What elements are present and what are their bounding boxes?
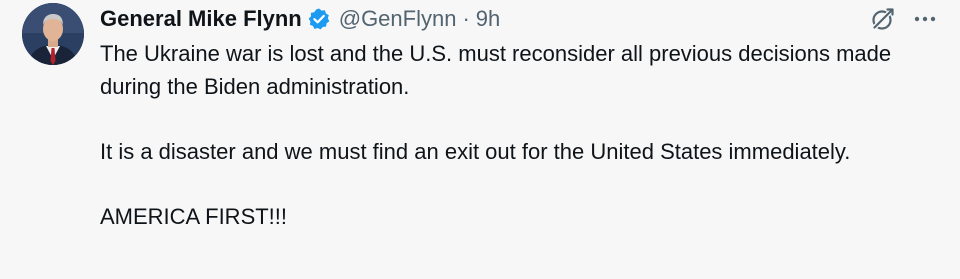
header-separator: ·	[462, 6, 470, 31]
author-handle[interactable]: @GenFlynn	[339, 6, 457, 32]
post-timestamp[interactable]: 9h	[476, 6, 500, 32]
grok-icon[interactable]	[870, 6, 896, 32]
tweet-paragraph: AMERICA FIRST!!!	[100, 203, 288, 229]
verified-badge-icon[interactable]	[307, 7, 331, 31]
more-options-icon[interactable]	[912, 6, 938, 32]
tweet-header: General Mike Flynn @GenFlynn · 9h	[100, 4, 500, 34]
avatar-image	[22, 3, 84, 65]
tweet-actions	[870, 6, 938, 32]
author-name[interactable]: General Mike Flynn	[100, 6, 302, 32]
tweet-paragraph: It is a disaster and we must find an exi…	[100, 138, 851, 164]
tweet[interactable]: General Mike Flynn @GenFlynn · 9h The Uk…	[0, 0, 960, 279]
avatar[interactable]	[22, 3, 84, 65]
tweet-text: The Ukraine war is lost and the U.S. mus…	[100, 38, 940, 233]
tweet-paragraph: The Ukraine war is lost and the U.S. mus…	[100, 41, 892, 99]
